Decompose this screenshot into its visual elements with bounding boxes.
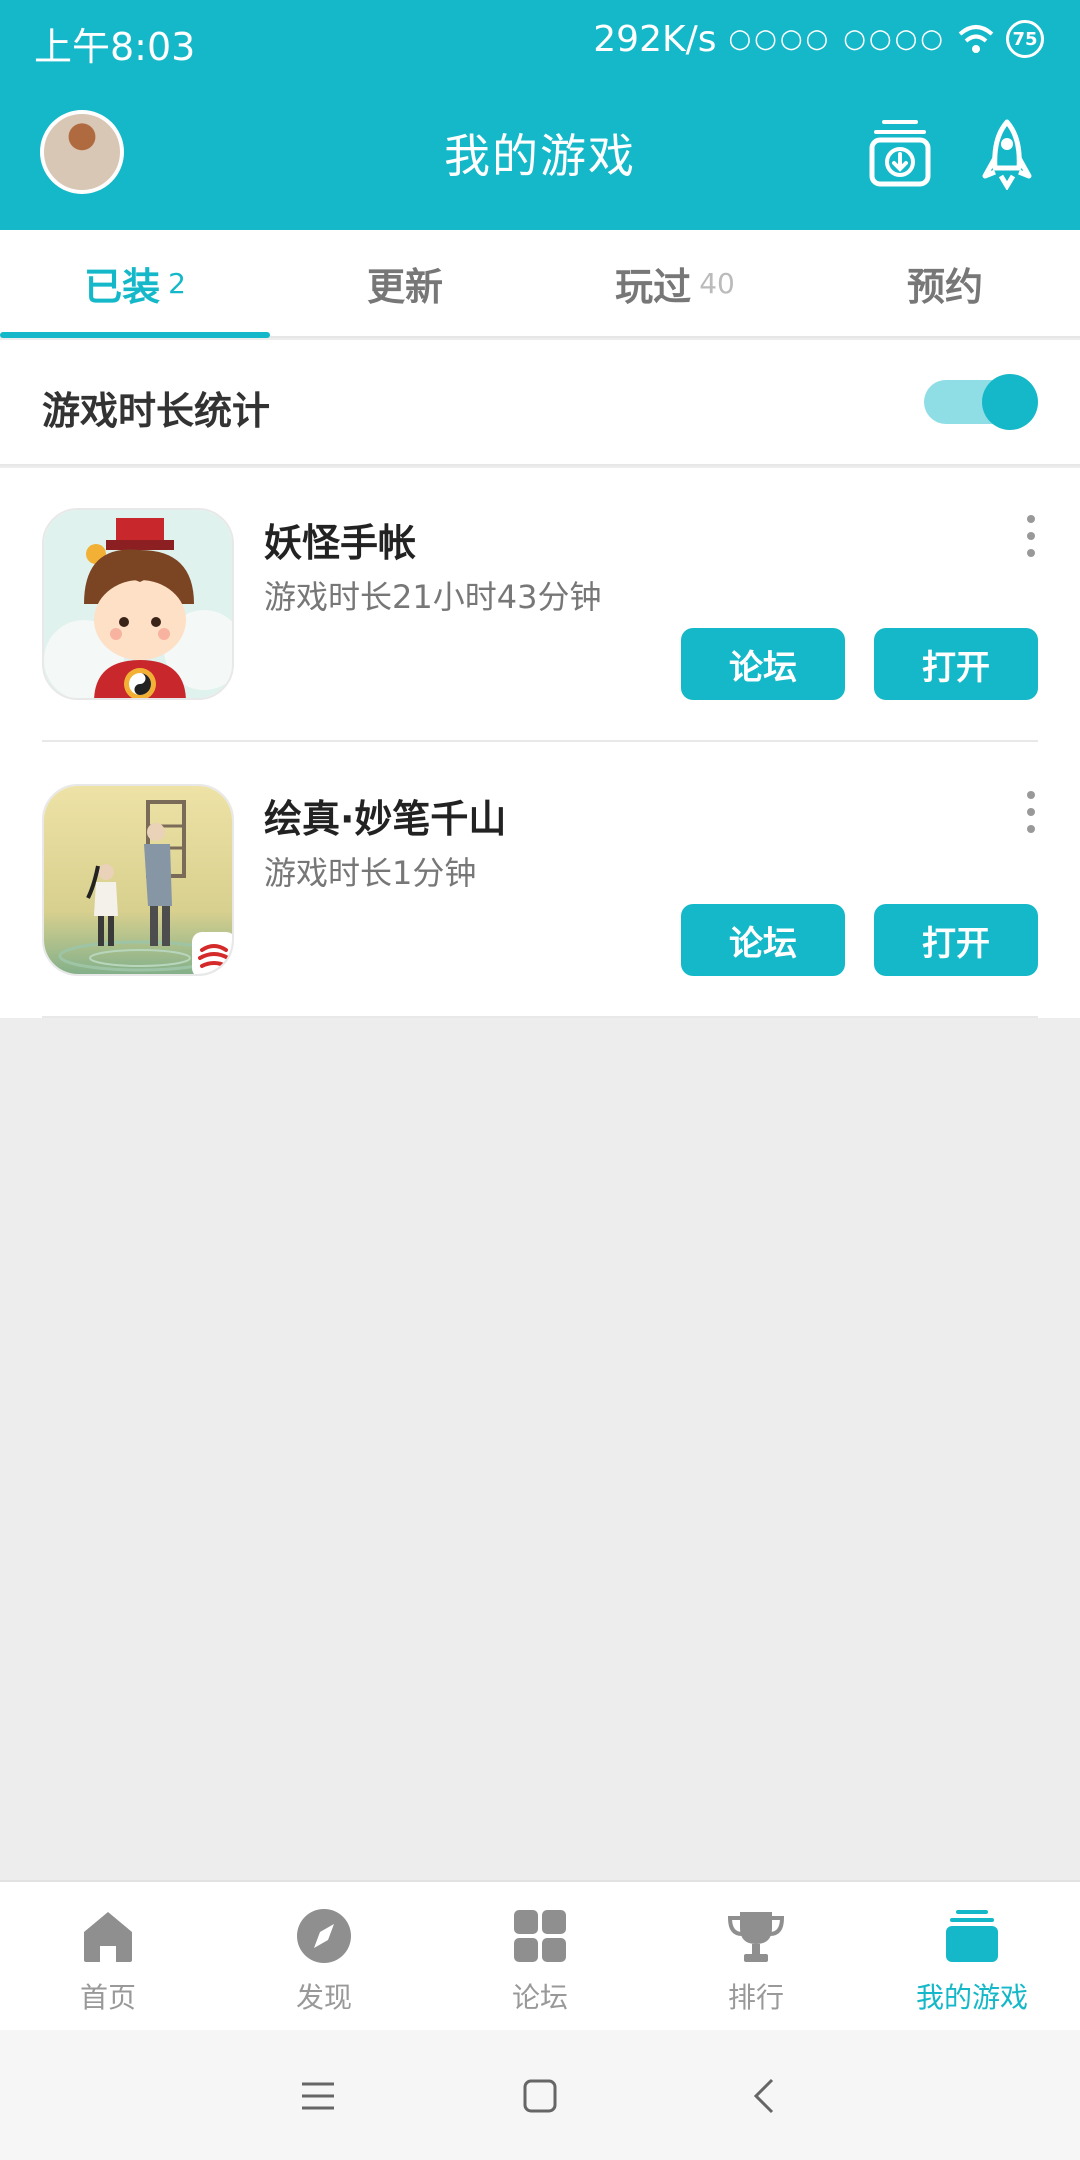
tab-reserved[interactable]: 预约 (810, 230, 1080, 336)
signal-icon: ○○○○ (728, 24, 832, 54)
status-right: 292K/s ○○○○ ○○○○ 75 (593, 14, 1044, 64)
nav-item-my-games[interactable]: 我的游戏 (864, 1882, 1080, 2030)
system-nav-bar (0, 2030, 1080, 2160)
back-icon[interactable] (744, 2074, 788, 2118)
tab-bar: 已装 2 更新 玩过 40 预约 (0, 230, 1080, 338)
tab-updates[interactable]: 更新 (270, 230, 540, 336)
divider (42, 740, 1038, 742)
painting-scene-icon (44, 786, 232, 974)
net-speed: 292K/s (593, 18, 717, 60)
title-bar: 我的游戏 (0, 110, 1080, 200)
nav-label: 发现 (295, 1981, 352, 2014)
bottom-nav: 首页 发现 论坛 排行 我的游戏 (0, 1880, 1080, 2030)
nav-item-ranking[interactable]: 排行 (648, 1882, 864, 2030)
tab-label: 玩过 (615, 264, 692, 309)
game-name: 绘真·妙笔千山 (264, 797, 507, 841)
playtime-stats-label: 游戏时长统计 (42, 389, 271, 433)
divider (42, 1016, 1038, 1018)
tab-label: 更新 (366, 264, 443, 309)
status-time: 上午8:03 (34, 25, 196, 69)
stack-icon (946, 1910, 998, 1962)
nav-label: 我的游戏 (915, 1981, 1028, 2014)
header: 上午8:03 292K/s ○○○○ ○○○○ 75 我的游戏 (0, 0, 1080, 230)
more-options-icon[interactable] (1026, 790, 1036, 834)
game-name: 妖怪手帐 (264, 521, 417, 565)
game-playtime: 游戏时长21小时43分钟 (264, 578, 602, 616)
tab-label: 预约 (906, 264, 983, 309)
screen: 上午8:03 292K/s ○○○○ ○○○○ 75 我的游戏 已装 2 更新 … (0, 0, 1080, 2160)
grid-icon (514, 1910, 566, 1962)
tab-count: 40 (699, 266, 735, 300)
tab-count: 2 (168, 266, 186, 300)
nav-item-discover[interactable]: 发现 (216, 1882, 432, 2030)
open-button[interactable]: 打开 (874, 904, 1038, 976)
home-icon (84, 1912, 132, 1962)
toggle-knob[interactable] (982, 374, 1038, 430)
wifi-icon (958, 25, 994, 53)
list-item[interactable]: 绘真·妙笔千山 游戏时长1分钟 论坛 打开 (0, 744, 1080, 1018)
status-bar: 上午8:03 292K/s ○○○○ ○○○○ 75 (0, 0, 1080, 80)
open-button[interactable]: 打开 (874, 628, 1038, 700)
battery-icon: 75 (1006, 20, 1044, 58)
nav-label: 论坛 (511, 1981, 568, 2014)
more-options-icon[interactable] (1026, 514, 1036, 558)
tab-label: 已装 (84, 264, 161, 309)
tab-played[interactable]: 玩过 40 (540, 230, 810, 336)
playtime-stats-row: 游戏时长统计 (0, 340, 1080, 466)
tab-installed[interactable]: 已装 2 (0, 230, 270, 338)
yokai-character-icon (44, 510, 232, 698)
game-playtime: 游戏时长1分钟 (264, 854, 477, 892)
compass-icon (297, 1909, 351, 1963)
nav-item-home[interactable]: 首页 (0, 1882, 216, 2030)
game-list: 妖怪手帐 游戏时长21小时43分钟 论坛 打开 绘真·妙笔千山 游戏时长1分钟 … (0, 468, 1080, 1018)
signal-icon-2: ○○○○ (843, 24, 946, 54)
nav-label: 排行 (727, 1981, 784, 2014)
nav-label: 首页 (79, 1981, 136, 2014)
forum-button[interactable]: 论坛 (681, 628, 845, 700)
rocket-icon[interactable] (975, 118, 1039, 190)
game-icon-painting[interactable] (42, 784, 234, 976)
forum-button[interactable]: 论坛 (681, 904, 845, 976)
home-button-icon[interactable] (518, 2074, 562, 2118)
list-item[interactable]: 妖怪手帐 游戏时长21小时43分钟 论坛 打开 (0, 468, 1080, 742)
game-icon-yokai[interactable] (42, 508, 234, 700)
trophy-icon (727, 1912, 785, 1962)
menu-icon[interactable] (296, 2074, 340, 2118)
nav-item-forum[interactable]: 论坛 (432, 1882, 648, 2030)
download-icon[interactable] (868, 118, 932, 190)
